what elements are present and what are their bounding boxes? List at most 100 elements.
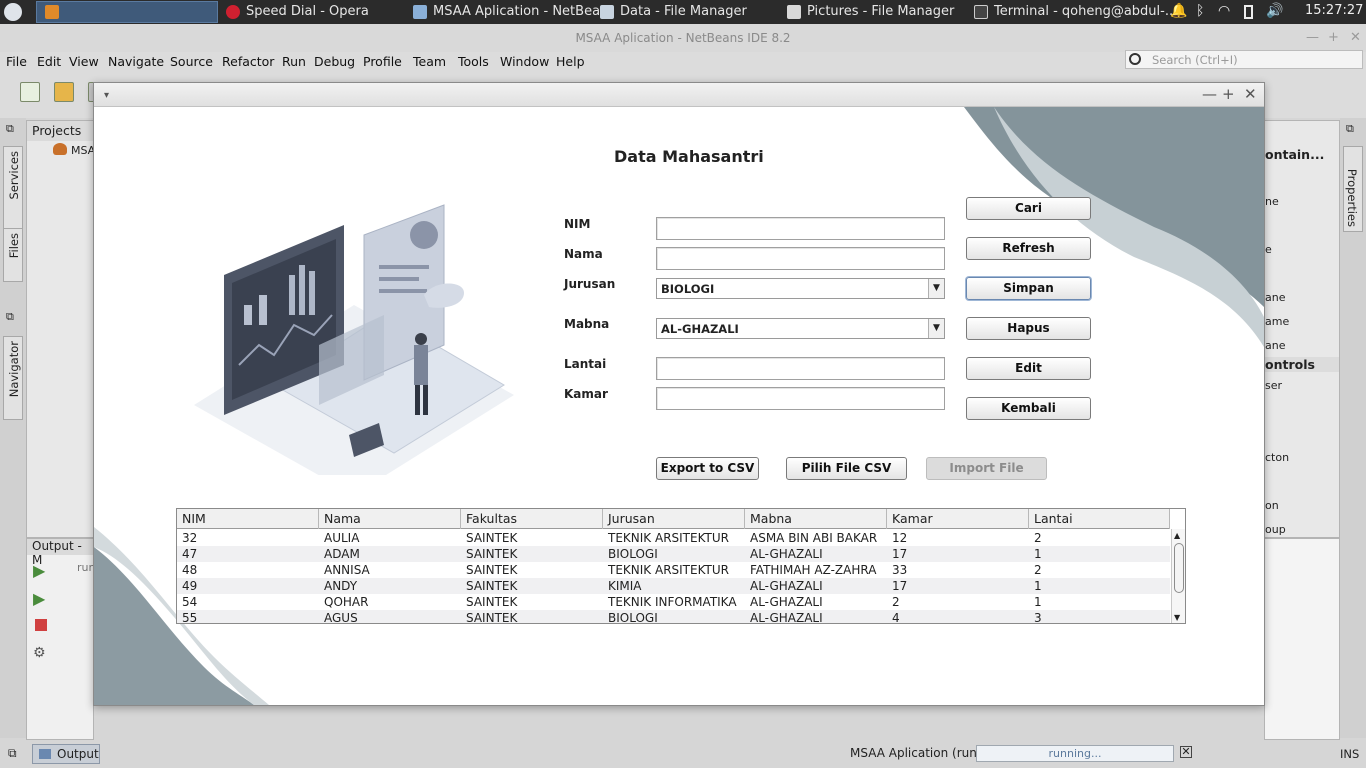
column-header-nim[interactable]: NIM xyxy=(177,509,319,529)
ide-search-box[interactable]: Search (Ctrl+I) xyxy=(1125,50,1363,69)
cell-kamar[interactable]: 17 xyxy=(887,546,1029,562)
scrollbar-thumb[interactable] xyxy=(1174,543,1184,593)
cari-button[interactable]: Cari xyxy=(966,197,1091,220)
menu-tools[interactable]: Tools xyxy=(458,54,489,69)
cell-kamar[interactable]: 2 xyxy=(887,594,1029,610)
cell-kamar[interactable]: 12 xyxy=(887,530,1029,546)
cell-fakultas[interactable]: SAINTEK xyxy=(461,594,603,610)
cell-nama[interactable]: AGUS xyxy=(319,610,461,623)
restore-icon[interactable]: ⧉ xyxy=(1346,122,1354,136)
menu-source[interactable]: Source xyxy=(170,54,213,69)
palette-item[interactable]: ser xyxy=(1265,379,1282,392)
cell-jurusan[interactable]: TEKNIK ARSITEKTUR xyxy=(603,530,745,546)
app-title-bar[interactable]: ▾ — + ✕ xyxy=(94,83,1264,107)
cell-nama[interactable]: ANNISA xyxy=(319,562,461,578)
volume-icon[interactable]: 🔊 xyxy=(1266,3,1283,21)
hapus-button[interactable]: Hapus xyxy=(966,317,1091,340)
tab-navigator[interactable]: Navigator xyxy=(3,336,23,420)
palette-item[interactable]: e xyxy=(1265,243,1272,256)
cell-nim[interactable]: 32 xyxy=(177,530,319,546)
clock[interactable]: 15:27:27 xyxy=(1305,3,1363,18)
chevron-down-icon[interactable]: ▼ xyxy=(928,279,944,298)
menu-help[interactable]: Help xyxy=(556,54,585,69)
palette-item[interactable]: ane xyxy=(1265,339,1285,352)
cell-mabna[interactable]: ASMA BIN ABI BAKAR xyxy=(745,530,887,546)
table-row[interactable]: 55 AGUS SAINTEK BIOLOGI AL-GHAZALI 4 3 xyxy=(177,610,1170,623)
cell-kamar[interactable]: 33 xyxy=(887,562,1029,578)
table-row[interactable]: 32 AULIA SAINTEK TEKNIK ARSITEKTUR ASMA BIN … xyxy=(177,530,1170,546)
tab-files[interactable]: Files xyxy=(3,228,23,282)
cell-lantai[interactable]: 1 xyxy=(1029,594,1171,610)
jurusan-select[interactable]: BIOLOGI ▼ xyxy=(656,278,945,299)
close-icon[interactable]: ✕ xyxy=(1350,30,1361,45)
minimize-icon[interactable]: — xyxy=(1202,86,1217,102)
task-opera[interactable]: Speed Dial - Opera xyxy=(226,3,369,21)
import-file-button[interactable]: Import File xyxy=(926,457,1047,480)
cell-nim[interactable]: 49 xyxy=(177,578,319,594)
minimize-icon[interactable]: — xyxy=(1306,30,1319,45)
menu-run[interactable]: Run xyxy=(282,54,306,69)
cell-jurusan[interactable]: BIOLOGI xyxy=(603,546,745,562)
menu-navigate[interactable]: Navigate xyxy=(108,54,164,69)
lantai-input[interactable] xyxy=(656,357,945,380)
menu-profile[interactable]: Profile xyxy=(363,54,402,69)
table-row[interactable]: 54 QOHAR SAINTEK TEKNIK INFORMATIKA AL-GHAZA… xyxy=(177,594,1170,610)
cell-fakultas[interactable]: SAINTEK xyxy=(461,562,603,578)
column-header-mabna[interactable]: Mabna xyxy=(745,509,887,529)
table-row[interactable]: 49 ANDY SAINTEK KIMIA AL-GHAZALI 17 1 xyxy=(177,578,1170,594)
palette-item[interactable]: ame xyxy=(1265,315,1289,328)
kembali-button[interactable]: Kembali xyxy=(966,397,1091,420)
scroll-up-icon[interactable]: ▲ xyxy=(1174,531,1180,540)
stop-icon[interactable] xyxy=(35,619,47,631)
task-netbeans[interactable]: MSAA Aplication - NetBea... xyxy=(413,3,612,21)
projects-tab[interactable]: Projects xyxy=(32,123,81,138)
maximize-icon[interactable]: + xyxy=(1328,30,1339,45)
menu-edit[interactable]: Edit xyxy=(37,54,61,69)
cell-fakultas[interactable]: SAINTEK xyxy=(461,546,603,562)
run-progress-bar[interactable]: running... xyxy=(976,745,1174,762)
cell-fakultas[interactable]: SAINTEK xyxy=(461,578,603,594)
new-project-icon[interactable] xyxy=(54,82,74,102)
simpan-button[interactable]: Simpan xyxy=(966,277,1091,300)
palette-item[interactable]: cton xyxy=(1265,451,1289,464)
chevron-down-icon[interactable]: ▼ xyxy=(928,319,944,338)
column-header-kamar[interactable]: Kamar xyxy=(887,509,1029,529)
cell-fakultas[interactable]: SAINTEK xyxy=(461,610,603,623)
cell-jurusan[interactable]: BIOLOGI xyxy=(603,610,745,623)
menu-window[interactable]: Window xyxy=(500,54,549,69)
cell-mabna[interactable]: AL-GHAZALI xyxy=(745,546,887,562)
menu-team[interactable]: Team xyxy=(413,54,446,69)
cell-lantai[interactable]: 1 xyxy=(1029,546,1171,562)
palette-item[interactable]: on xyxy=(1265,499,1279,512)
task-file-manager-data[interactable]: Data - File Manager xyxy=(600,3,747,21)
table-row[interactable]: 48 ANNISA SAINTEK TEKNIK ARSITEKTUR FATHIMAH… xyxy=(177,562,1170,578)
palette-item[interactable]: ontain... xyxy=(1265,147,1324,162)
column-header-lantai[interactable]: Lantai xyxy=(1029,509,1170,529)
output-minimized-tab[interactable]: Output xyxy=(32,744,100,764)
cell-mabna[interactable]: AL-GHAZALI xyxy=(745,594,887,610)
scroll-down-icon[interactable]: ▼ xyxy=(1174,613,1180,622)
export-csv-button[interactable]: Export to CSV xyxy=(656,457,759,480)
cell-lantai[interactable]: 2 xyxy=(1029,530,1171,546)
menu-debug[interactable]: Debug xyxy=(314,54,355,69)
cell-nama[interactable]: ANDY xyxy=(319,578,461,594)
kamar-input[interactable] xyxy=(656,387,945,410)
tab-properties[interactable]: Properties xyxy=(1343,146,1363,232)
project-root[interactable]: MSA xyxy=(71,144,95,157)
table-scrollbar[interactable]: ▲ ▼ xyxy=(1171,529,1185,623)
cell-kamar[interactable]: 4 xyxy=(887,610,1029,623)
mabna-select[interactable]: AL-GHAZALI ▼ xyxy=(656,318,945,339)
nama-input[interactable] xyxy=(656,247,945,270)
refresh-button[interactable]: Refresh xyxy=(966,237,1091,260)
palette-item[interactable]: ane xyxy=(1265,291,1285,304)
new-file-icon[interactable] xyxy=(20,82,40,102)
close-icon[interactable]: ✕ xyxy=(1244,86,1257,102)
task-file-manager-pictures[interactable]: Pictures - File Manager xyxy=(787,3,954,21)
cell-jurusan[interactable]: TEKNIK ARSITEKTUR xyxy=(603,562,745,578)
palette-category[interactable]: ontrols xyxy=(1265,357,1339,372)
tab-services[interactable]: Services xyxy=(3,146,23,232)
menu-view[interactable]: View xyxy=(69,54,99,69)
palette-item[interactable]: oup xyxy=(1265,523,1286,536)
pilih-file-csv-button[interactable]: Pilih File CSV xyxy=(786,457,907,480)
cell-nim[interactable]: 54 xyxy=(177,594,319,610)
